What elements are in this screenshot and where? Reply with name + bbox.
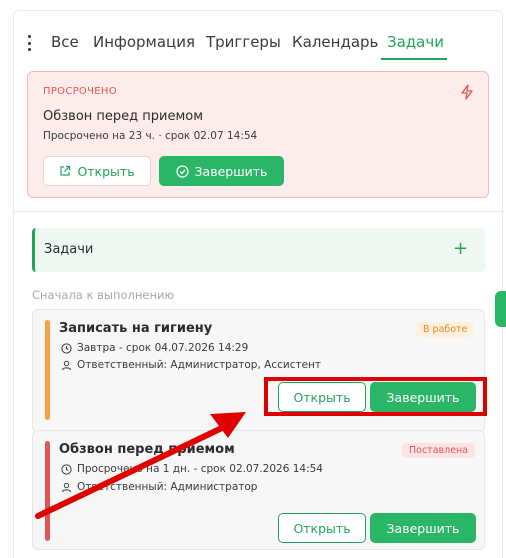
overdue-complete-button[interactable]: Завершить — [159, 156, 284, 186]
task-responsible: Ответственный: Администратор — [77, 481, 258, 493]
clock-icon — [61, 463, 72, 475]
overdue-complete-label: Завершить — [194, 163, 268, 179]
tab-info[interactable]: Информация — [93, 33, 195, 51]
check-circle-icon — [175, 164, 189, 178]
page: Все Информация Триггеры Календарь Задачи… — [0, 0, 506, 558]
priority-bar — [45, 441, 50, 541]
tab-triggers[interactable]: Триггеры — [206, 33, 281, 51]
clock-icon — [61, 342, 72, 354]
overdue-title: Обзвон перед приемом — [43, 109, 204, 124]
overdue-open-label: Открыть — [77, 163, 135, 179]
tab-all[interactable]: Все — [51, 33, 79, 51]
annotation-highlight-box — [264, 377, 487, 416]
status-badge: Поставлена — [402, 443, 476, 458]
task-responsible-row: Ответственный: Администратор, Ассистент — [61, 359, 321, 371]
overdue-label: ПРОСРОЧЕНО — [43, 86, 117, 97]
tab-bar: Все Информация Триггеры Календарь Задачи — [14, 31, 504, 63]
overdue-open-button[interactable]: Открыть — [43, 156, 151, 186]
kebab-menu-icon[interactable] — [26, 35, 32, 51]
user-icon — [62, 360, 71, 370]
overdue-alert: ПРОСРОЧЕНО Обзвон перед приемом Просроче… — [27, 71, 489, 198]
sort-label[interactable]: Сначала к выполнению — [32, 288, 174, 302]
section-divider — [14, 211, 504, 212]
priority-bar — [45, 320, 50, 420]
task-responsible-row: Ответственный: Администратор — [61, 481, 257, 493]
task-due-row: Завтра - срок 04.07.2026 14:29 — [61, 342, 248, 354]
task-panel: Все Информация Триггеры Календарь Задачи… — [13, 10, 504, 558]
plus-icon[interactable]: + — [453, 238, 468, 259]
side-panel-handle[interactable] — [495, 291, 506, 327]
task-due-row: Просрочено на 1 дн. - срок 02.07.2026 14… — [61, 463, 323, 475]
task-card: Обзвон перед приемом Поставлена Просроче… — [32, 430, 485, 550]
task-complete-button[interactable]: Завершить — [370, 513, 476, 543]
tab-tasks[interactable]: Задачи — [387, 33, 444, 51]
active-tab-indicator — [381, 58, 447, 60]
task-title: Обзвон перед приемом — [59, 442, 235, 457]
user-icon — [62, 482, 71, 492]
tasks-section-title: Задачи — [44, 242, 94, 257]
status-badge: В работе — [416, 322, 475, 337]
tab-calendar[interactable]: Календарь — [292, 33, 378, 51]
task-title: Записать на гигиену — [59, 321, 213, 336]
external-link-icon — [60, 165, 71, 176]
tasks-section-header: Задачи + — [32, 228, 485, 272]
task-responsible: Ответственный: Администратор, Ассистент — [77, 359, 322, 371]
overdue-subtitle: Просрочено на 23 ч. · срок 02.07 14:54 — [43, 130, 258, 142]
task-open-button[interactable]: Открыть — [278, 513, 366, 543]
lightning-icon — [461, 84, 473, 100]
task-due: Завтра - срок 04.07.2026 14:29 — [77, 342, 249, 354]
task-due: Просрочено на 1 дн. - срок 02.07.2026 14… — [77, 463, 323, 475]
